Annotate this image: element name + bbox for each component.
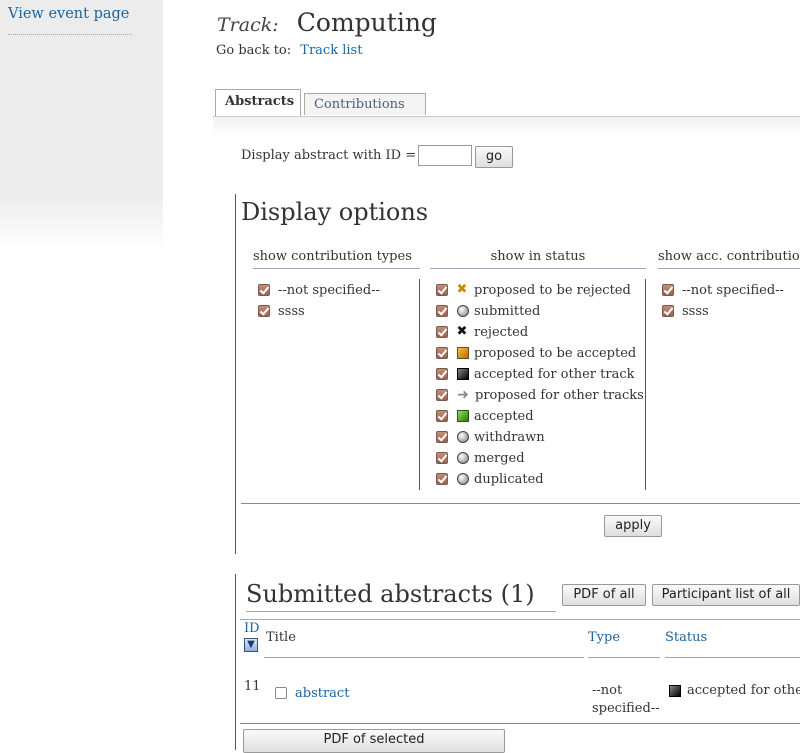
track-title: Computing [296,8,437,37]
status-checkbox[interactable] [436,284,448,296]
submitted-abstracts-title: Submitted abstracts (1) [246,580,556,612]
id-search-label: Display abstract with ID = [241,148,417,163]
acc-contrib-checkbox[interactable] [662,305,674,317]
circle-icon [457,473,469,485]
sort-down-icon[interactable]: ▼ [244,638,258,652]
contrib-type-label: ssss [278,304,305,319]
status-checkbox[interactable] [436,410,448,422]
divider [241,503,800,504]
row-status: accepted for other track [687,683,800,698]
circle-icon [457,305,469,317]
orange-square-icon [457,347,469,359]
status-checkbox[interactable] [436,389,448,401]
circle-icon [457,431,469,443]
status-label: submitted [474,304,541,319]
column-divider [419,279,420,490]
go-back-label: Go back to: [216,43,292,58]
sidebar: View event page [0,0,163,250]
status-checkbox[interactable] [436,431,448,443]
status-header: show in status [430,249,646,269]
tab-content-top [213,116,800,137]
table-top-border [240,619,800,620]
column-header-type[interactable]: Type [588,630,620,645]
go-back-row: Go back to: Track list [216,43,362,58]
black-square-icon [669,685,681,697]
acc-contrib-header: show acc. contribution [658,249,800,269]
row-id: 11 [244,679,261,694]
row-type-line2: specified-- [592,701,660,716]
column-header-title: Title [266,630,296,645]
column-divider [645,279,646,490]
track-header: Track: Computing [217,8,437,37]
tab-contributions[interactable]: Contributions [304,93,426,115]
header-underline [264,657,584,658]
track-label: Track: [217,14,279,36]
contrib-type-checkbox[interactable] [258,305,270,317]
orange-x-icon: ✖ [456,282,468,297]
participant-list-button[interactable]: Participant list of all [652,584,800,606]
status-label: merged [474,451,525,466]
contrib-types-header: show contribution types [253,249,420,269]
circle-icon [457,452,469,464]
status-checkbox[interactable] [436,326,448,338]
status-checkbox[interactable] [436,305,448,317]
status-checkbox[interactable] [436,473,448,485]
header-underline [588,657,660,658]
status-label: proposed for other tracks [475,388,644,403]
green-square-icon [457,410,469,422]
acc-contrib-label: ssss [682,304,709,319]
arrow-icon: ➜ [457,387,469,403]
status-label: withdrawn [474,430,545,445]
status-label: accepted [474,409,534,424]
pdf-of-selected-button[interactable]: PDF of selected [243,729,505,753]
table-bottom-border [240,723,800,724]
contrib-type-checkbox[interactable] [258,284,270,296]
row-title-link[interactable]: abstract [295,686,349,701]
status-label: duplicated [474,472,544,487]
column-header-status[interactable]: Status [665,630,707,645]
status-checkbox[interactable] [436,452,448,464]
pdf-of-all-button[interactable]: PDF of all [562,584,646,606]
display-options-title: Display options [241,198,429,226]
status-label: accepted for other track [474,367,635,382]
status-checkbox[interactable] [436,347,448,359]
black-x-icon: ✖ [456,324,468,339]
track-list-link[interactable]: Track list [300,43,362,58]
acc-contrib-label: --not specified-- [682,283,784,298]
black-square-icon [457,368,469,380]
status-label: proposed to be rejected [474,283,631,298]
apply-button[interactable]: apply [604,515,662,537]
status-label: rejected [474,325,529,340]
row-select-checkbox[interactable] [275,687,287,699]
row-type-line1: --not [592,683,623,698]
go-button[interactable]: go [475,146,513,168]
header-underline [665,657,800,658]
contrib-type-label: --not specified-- [278,283,380,298]
abstract-id-input[interactable] [418,145,472,166]
status-label: proposed to be accepted [474,346,637,361]
view-event-page-link[interactable]: View event page [8,6,132,35]
status-checkbox[interactable] [436,368,448,380]
column-header-id[interactable]: ID [244,621,260,636]
acc-contrib-checkbox[interactable] [662,284,674,296]
tab-abstracts[interactable]: Abstracts [215,89,301,116]
